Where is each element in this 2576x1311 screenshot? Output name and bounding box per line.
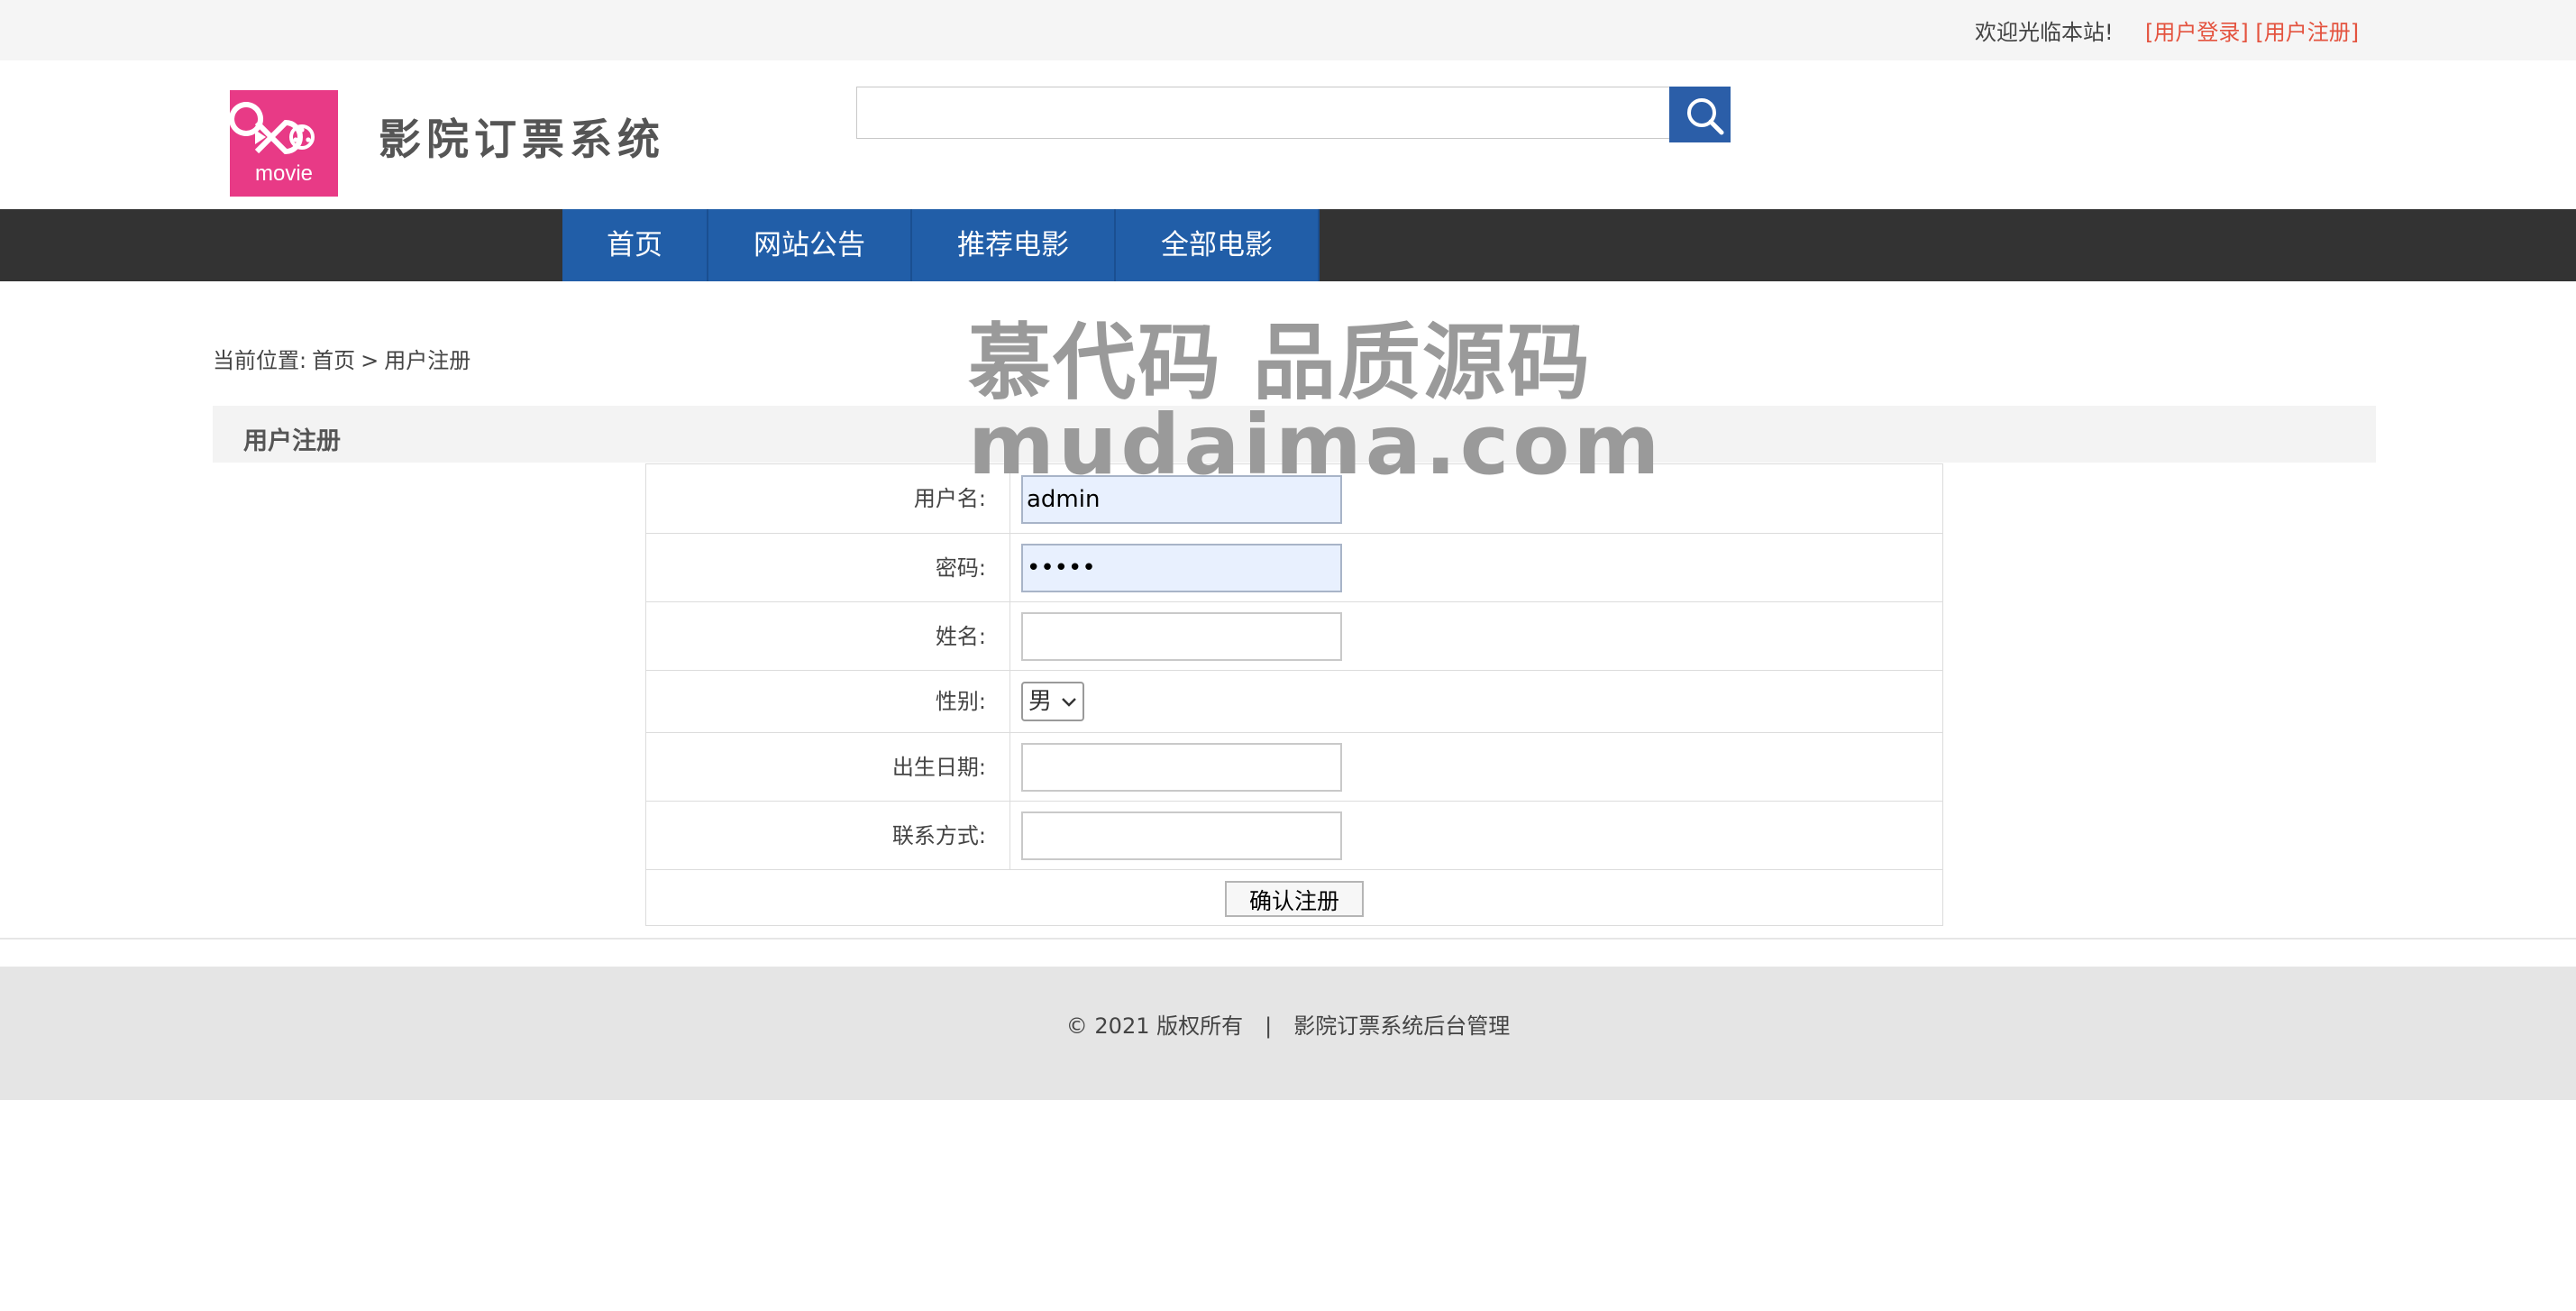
section-title: 用户注册 <box>243 427 341 455</box>
birthdate-label: 出生日期: <box>646 733 1010 801</box>
form-row-birthdate: 出生日期: <box>646 733 1942 802</box>
footer-separator: | <box>1265 1013 1273 1039</box>
gender-label: 性别: <box>646 671 1010 732</box>
search-button[interactable] <box>1669 87 1731 142</box>
nav-item-recommended[interactable]: 推荐电影 <box>912 209 1116 281</box>
top-bar: 欢迎光临本站! [用户登录] [用户注册] <box>0 0 2576 60</box>
footer-admin-link[interactable]: 影院订票系统后台管理 <box>1293 1013 1510 1039</box>
form-row-contact: 联系方式: <box>646 802 1942 870</box>
search-icon <box>1687 98 1724 135</box>
name-label: 姓名: <box>646 602 1010 670</box>
contact-label: 联系方式: <box>646 802 1010 869</box>
breadcrumb-separator: > <box>361 348 379 373</box>
footer: © 2021 版权所有 | 影院订票系统后台管理 <box>0 967 2576 1100</box>
footer-divider <box>0 938 2576 940</box>
breadcrumb-prefix: 当前位置: <box>213 348 307 373</box>
welcome-text: 欢迎光临本站! <box>1975 20 2114 45</box>
form-row-submit: 确认注册 <box>646 870 1942 925</box>
username-label: 用户名: <box>646 464 1010 533</box>
breadcrumb-home[interactable]: 首页 <box>312 348 355 373</box>
site-title: 影院订票系统 <box>379 115 665 165</box>
nav-item-home[interactable]: 首页 <box>562 209 708 281</box>
chevron-down-icon <box>1062 698 1076 707</box>
submit-register-button[interactable]: 确认注册 <box>1225 881 1364 917</box>
auth-links: [用户登录] [用户注册] <box>2145 14 2359 46</box>
site-logo[interactable]: movie <box>230 90 338 197</box>
breadcrumb: 当前位置: 首页 > 用户注册 <box>213 343 476 374</box>
footer-copyright: © 2021 版权所有 <box>1065 1013 1244 1039</box>
form-row-name: 姓名: <box>646 602 1942 671</box>
nav-item-announcements[interactable]: 网站公告 <box>708 209 912 281</box>
form-row-password: 密码: <box>646 534 1942 602</box>
form-row-gender: 性别: 男 <box>646 671 1942 733</box>
logo-text: movie <box>255 161 313 186</box>
name-field[interactable] <box>1021 612 1342 661</box>
breadcrumb-current: 用户注册 <box>384 348 471 373</box>
main-nav-bar: 首页 网站公告 推荐电影 全部电影 <box>0 209 2576 281</box>
registration-form: 用户名: 密码: 姓名: 性别: 男 出生日期: 联系方式: 确认注册 <box>645 463 1943 926</box>
search-input[interactable] <box>856 87 1669 139</box>
main-nav: 首页 网站公告 推荐电影 全部电影 <box>562 209 1320 281</box>
footer-text: © 2021 版权所有 | 影院订票系统后台管理 <box>0 1008 2576 1040</box>
gender-select[interactable]: 男 <box>1021 682 1084 721</box>
nav-item-all-movies[interactable]: 全部电影 <box>1116 209 1320 281</box>
movie-logo-icon: movie <box>230 90 338 197</box>
gender-selected: 男 <box>1028 688 1053 715</box>
watermark-line-2: mudaima.com <box>968 397 1664 493</box>
password-label: 密码: <box>646 534 1010 601</box>
login-link[interactable]: [用户登录] <box>2145 20 2249 45</box>
register-link[interactable]: [用户注册] <box>2255 20 2359 45</box>
contact-field[interactable] <box>1021 811 1342 860</box>
birthdate-field[interactable] <box>1021 743 1342 792</box>
password-field[interactable] <box>1021 544 1342 592</box>
